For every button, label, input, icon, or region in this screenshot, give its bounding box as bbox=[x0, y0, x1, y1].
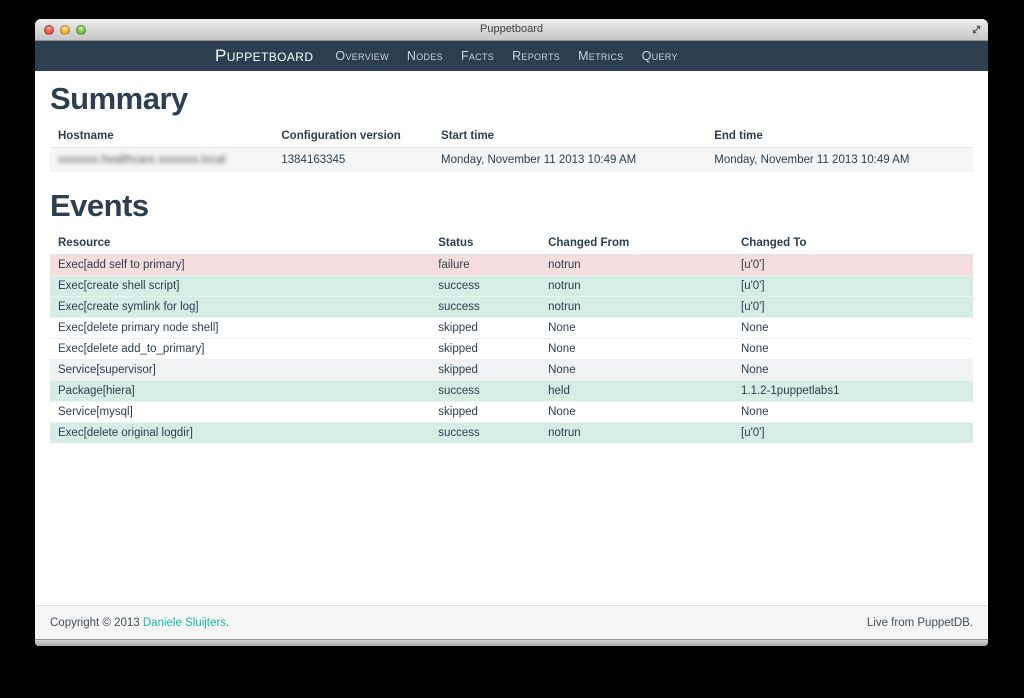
nav-item-facts[interactable]: Facts bbox=[461, 49, 494, 63]
copyright-suffix: . bbox=[226, 617, 229, 629]
titlebar: Puppetboard bbox=[35, 19, 988, 41]
summary-col-config-version: Configuration version bbox=[273, 125, 433, 148]
summary-heading: Summary bbox=[50, 81, 973, 117]
event-row: Exec[create symlink for log]successnotru… bbox=[50, 297, 973, 318]
event-cell-status: skipped bbox=[430, 360, 540, 381]
event-cell-changed-to: [u'0'] bbox=[733, 276, 973, 297]
event-cell-changed-from: notrun bbox=[540, 297, 733, 318]
nav-item-nodes[interactable]: Nodes bbox=[407, 49, 443, 63]
events-tbody: Exec[add self to primary]failurenotrun[u… bbox=[50, 255, 973, 444]
summary-cell-config-version: 1384163345 bbox=[273, 148, 433, 173]
event-cell-resource: Service[mysql] bbox=[50, 402, 430, 423]
main-content: Summary Hostname Configuration version S… bbox=[35, 71, 988, 605]
nav-item-metrics[interactable]: Metrics bbox=[578, 49, 624, 63]
nav-item-overview[interactable]: Overview bbox=[335, 49, 388, 63]
copyright-text: Copyright © 2013 Daniele Sluijters. bbox=[50, 617, 229, 629]
event-row: Exec[add self to primary]failurenotrun[u… bbox=[50, 255, 973, 276]
event-cell-changed-to: None bbox=[733, 339, 973, 360]
author-link[interactable]: Daniele Sluijters bbox=[143, 617, 226, 629]
puppetdb-status-text: Live from PuppetDB. bbox=[867, 617, 973, 629]
event-cell-changed-to: None bbox=[733, 360, 973, 381]
event-cell-status: success bbox=[430, 297, 540, 318]
event-cell-changed-to: [u'0'] bbox=[733, 255, 973, 276]
event-cell-resource: Exec[create symlink for log] bbox=[50, 297, 430, 318]
navbar-brand[interactable]: Puppetboard bbox=[215, 46, 313, 66]
event-cell-resource: Package[hiera] bbox=[50, 381, 430, 402]
event-row: Exec[delete add_to_primary]skippedNoneNo… bbox=[50, 339, 973, 360]
events-col-status: Status bbox=[430, 232, 540, 255]
summary-header-row: Hostname Configuration version Start tim… bbox=[50, 125, 973, 148]
event-cell-changed-to: None bbox=[733, 402, 973, 423]
event-cell-changed-from: None bbox=[540, 360, 733, 381]
event-cell-status: skipped bbox=[430, 339, 540, 360]
summary-table: Hostname Configuration version Start tim… bbox=[50, 125, 973, 172]
event-cell-status: skipped bbox=[430, 318, 540, 339]
event-cell-resource: Exec[create shell script] bbox=[50, 276, 430, 297]
event-cell-resource: Exec[delete add_to_primary] bbox=[50, 339, 430, 360]
copyright-prefix: Copyright © 2013 bbox=[50, 617, 140, 629]
events-heading: Events bbox=[50, 188, 973, 224]
summary-col-end-time: End time bbox=[706, 125, 973, 148]
fullscreen-resize-icon[interactable] bbox=[970, 23, 983, 36]
event-cell-changed-from: notrun bbox=[540, 423, 733, 444]
window-title: Puppetboard bbox=[35, 19, 988, 40]
event-cell-changed-to: None bbox=[733, 318, 973, 339]
window-bottom-edge bbox=[35, 639, 988, 646]
hostname-redacted-text: xxxxxxx.healthcare.xxxxxxx.local bbox=[58, 154, 225, 166]
event-cell-status: success bbox=[430, 381, 540, 402]
event-cell-changed-from: notrun bbox=[540, 276, 733, 297]
events-col-changed-from: Changed From bbox=[540, 232, 733, 255]
navbar: Puppetboard Overview Nodes Facts Reports… bbox=[35, 41, 988, 71]
nav-item-reports[interactable]: Reports bbox=[512, 49, 560, 63]
event-cell-status: skipped bbox=[430, 402, 540, 423]
event-cell-changed-from: held bbox=[540, 381, 733, 402]
events-table: Resource Status Changed From Changed To … bbox=[50, 232, 973, 443]
event-cell-resource: Exec[delete primary node shell] bbox=[50, 318, 430, 339]
summary-col-hostname: Hostname bbox=[50, 125, 273, 148]
event-cell-changed-from: None bbox=[540, 339, 733, 360]
events-col-resource: Resource bbox=[50, 232, 430, 255]
event-row: Service[mysql]skippedNoneNone bbox=[50, 402, 973, 423]
event-row: Package[hiera]successheld1.1.2-1puppetla… bbox=[50, 381, 973, 402]
event-cell-status: success bbox=[430, 423, 540, 444]
nav-item-query[interactable]: Query bbox=[642, 49, 678, 63]
event-cell-status: failure bbox=[430, 255, 540, 276]
event-row: Service[supervisor]skippedNoneNone bbox=[50, 360, 973, 381]
event-cell-changed-to: 1.1.2-1puppetlabs1 bbox=[733, 381, 973, 402]
summary-cell-hostname: xxxxxxx.healthcare.xxxxxxx.local bbox=[50, 148, 273, 173]
summary-row: xxxxxxx.healthcare.xxxxxxx.local 1384163… bbox=[50, 148, 973, 173]
app-window: Puppetboard Puppetboard Overview Nodes F… bbox=[35, 19, 988, 646]
page-footer: Copyright © 2013 Daniele Sluijters. Live… bbox=[35, 605, 988, 639]
event-cell-changed-to: [u'0'] bbox=[733, 423, 973, 444]
event-cell-changed-to: [u'0'] bbox=[733, 297, 973, 318]
event-cell-resource: Exec[add self to primary] bbox=[50, 255, 430, 276]
event-row: Exec[delete primary node shell]skippedNo… bbox=[50, 318, 973, 339]
event-cell-resource: Service[supervisor] bbox=[50, 360, 430, 381]
event-row: Exec[delete original logdir]successnotru… bbox=[50, 423, 973, 444]
event-cell-resource: Exec[delete original logdir] bbox=[50, 423, 430, 444]
event-cell-changed-from: notrun bbox=[540, 255, 733, 276]
events-col-changed-to: Changed To bbox=[733, 232, 973, 255]
summary-cell-end-time: Monday, November 11 2013 10:49 AM bbox=[706, 148, 973, 173]
summary-col-start-time: Start time bbox=[433, 125, 706, 148]
event-cell-changed-from: None bbox=[540, 318, 733, 339]
event-cell-changed-from: None bbox=[540, 402, 733, 423]
events-header-row: Resource Status Changed From Changed To bbox=[50, 232, 973, 255]
summary-cell-start-time: Monday, November 11 2013 10:49 AM bbox=[433, 148, 706, 173]
event-row: Exec[create shell script]successnotrun[u… bbox=[50, 276, 973, 297]
event-cell-status: success bbox=[430, 276, 540, 297]
